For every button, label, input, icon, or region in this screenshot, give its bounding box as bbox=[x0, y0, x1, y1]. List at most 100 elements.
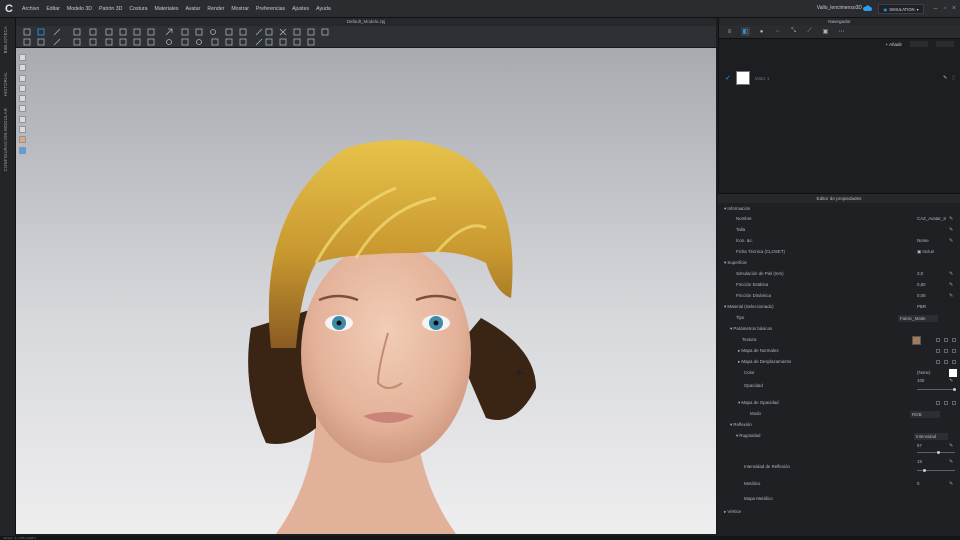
menu-modelo-3d[interactable]: Modelo 3D bbox=[67, 6, 92, 12]
trash-icon[interactable]: ▯ bbox=[952, 75, 955, 81]
window-controls: – ▫ × bbox=[934, 4, 956, 13]
workspace-selector[interactable]: ▣ SIMULATION ▾ bbox=[878, 4, 924, 14]
normal-option-3-icon[interactable] bbox=[952, 349, 956, 353]
add-button[interactable]: + Añadir bbox=[885, 42, 902, 47]
menu-editar[interactable]: Editar bbox=[46, 6, 60, 12]
mode-dropdown[interactable]: RGB bbox=[910, 410, 940, 418]
menu-avatar[interactable]: Avatar bbox=[185, 6, 200, 12]
menu-patron-3d[interactable]: Patrón 3D bbox=[99, 6, 122, 12]
reflection-row[interactable]: ▾ Reflexión bbox=[718, 420, 960, 430]
delete-button[interactable] bbox=[936, 41, 954, 47]
displacement-option-2-icon[interactable] bbox=[944, 360, 948, 364]
second-row-tool-11-icon bbox=[181, 38, 189, 46]
opacity-label: Opacidad bbox=[744, 383, 763, 388]
menu-ajustes[interactable]: Ajustes bbox=[292, 6, 309, 12]
texture-option-2-icon[interactable] bbox=[944, 338, 948, 342]
list-view-icon[interactable]: ≡ bbox=[725, 27, 734, 36]
icon-value[interactable]: Nome bbox=[917, 236, 929, 246]
edit-static-icon[interactable]: ✎ bbox=[949, 280, 953, 290]
edit-opacity-icon[interactable]: ✎ bbox=[949, 376, 953, 386]
skin-value[interactable]: 3,0 bbox=[917, 269, 923, 279]
roughness-row[interactable]: ▾ Rugosidad Intensidad bbox=[718, 431, 960, 441]
tab-biblioteca[interactable]: BIBLIOTECA bbox=[3, 26, 8, 53]
roughness-value[interactable]: 57 bbox=[917, 441, 922, 451]
eyedropper-icon[interactable]: ✎ bbox=[943, 75, 947, 81]
reflection-slider[interactable] bbox=[917, 469, 955, 472]
basic-params-row[interactable]: ▾ Parámetros básicos bbox=[718, 324, 960, 334]
menu-render[interactable]: Render bbox=[207, 6, 224, 12]
normal-option-1-icon[interactable] bbox=[936, 349, 940, 353]
edit-icon-icon[interactable]: ✎ bbox=[949, 236, 953, 246]
opacity-map-option-3-icon[interactable] bbox=[952, 401, 956, 405]
roughness-slider-knob[interactable] bbox=[937, 451, 940, 454]
graphic-tab-icon[interactable]: ▣ bbox=[821, 27, 830, 36]
close-icon[interactable]: × bbox=[952, 4, 956, 13]
garment-tab-icon[interactable]: ◧ bbox=[741, 27, 750, 36]
info-section[interactable]: ▾ Información bbox=[718, 204, 960, 214]
dynamic-friction-row: Fricción Dinámica 0,05 ✎ bbox=[718, 291, 960, 301]
static-friction-value[interactable]: 0,80 bbox=[917, 280, 926, 290]
static-friction-label: Fricción Estática bbox=[736, 282, 769, 287]
name-row: Nombre CAZ_Avatar_S ✎ bbox=[718, 214, 960, 224]
material-list-item[interactable]: ✓ Matiz 1 ✎ ▯ bbox=[725, 70, 955, 86]
seam-tab-icon[interactable]: ┈ bbox=[773, 27, 782, 36]
surface-section[interactable]: ▾ Superficie bbox=[718, 258, 960, 268]
texture-option-1-icon[interactable] bbox=[936, 338, 940, 342]
menu-archivo[interactable]: Archivo bbox=[22, 6, 39, 12]
second-row-tool-13-icon bbox=[211, 38, 219, 46]
displacement-option-1-icon[interactable] bbox=[936, 360, 940, 364]
tab-configuracion-modular[interactable]: CONFIGURACIÓN MODULAR bbox=[3, 108, 8, 171]
minimize-icon[interactable]: – bbox=[934, 4, 938, 13]
tab-historial[interactable]: HISTORIAL bbox=[3, 72, 8, 96]
texture-thumbnail[interactable] bbox=[912, 336, 921, 345]
opacity-value[interactable]: 100 bbox=[917, 376, 924, 386]
dynamic-friction-value[interactable]: 0,05 bbox=[917, 291, 926, 301]
menu-materiales[interactable]: Materiales bbox=[155, 6, 179, 12]
second-row-tool-14-icon bbox=[225, 38, 233, 46]
edit-skin-icon[interactable]: ✎ bbox=[949, 269, 953, 279]
edit-name-icon[interactable]: ✎ bbox=[949, 214, 953, 224]
app-logo[interactable]: C bbox=[0, 0, 18, 18]
opacity-map-option-1-icon[interactable] bbox=[936, 401, 940, 405]
opacity-slider-knob[interactable] bbox=[953, 388, 956, 391]
maximize-icon[interactable]: ▫ bbox=[943, 4, 945, 13]
fabric-tab-icon[interactable]: ● bbox=[757, 27, 766, 36]
reflection-slider-knob[interactable] bbox=[923, 469, 926, 472]
cloud-icon[interactable] bbox=[863, 5, 872, 12]
opacity-slider[interactable] bbox=[917, 388, 956, 391]
user-name[interactable]: Vallo_lencimenso3D bbox=[817, 5, 862, 11]
stitch-tab-icon[interactable]: ⤡ bbox=[789, 27, 798, 36]
menu-ayuda[interactable]: Ayuda bbox=[316, 6, 331, 12]
menu-preferencias[interactable]: Preferencias bbox=[256, 6, 285, 12]
edit-roughness-icon[interactable]: ✎ bbox=[949, 441, 953, 451]
name-value[interactable]: CAZ_Avatar_S bbox=[917, 214, 946, 224]
opacity-map-row[interactable]: ▾ Mapa de Opacidad bbox=[718, 398, 960, 408]
vertex-section[interactable]: ▸ Vértice bbox=[718, 507, 960, 517]
copy-button[interactable] bbox=[910, 41, 928, 47]
metal-value[interactable]: 0 bbox=[917, 479, 919, 489]
roughness-slider[interactable] bbox=[917, 451, 955, 454]
button-tool-icon bbox=[265, 28, 273, 36]
measure-tab-icon[interactable]: ⟋ bbox=[805, 27, 814, 36]
edit-reflection-icon[interactable]: ✎ bbox=[949, 457, 953, 467]
pin-tool-icon bbox=[119, 28, 127, 36]
normal-map-row[interactable]: ▸ Mapa de Normales bbox=[718, 346, 960, 356]
normal-option-2-icon[interactable] bbox=[944, 349, 948, 353]
edit-dynamic-icon[interactable]: ✎ bbox=[949, 291, 953, 301]
ficha-checkbox[interactable]: ▣ Incluir bbox=[917, 247, 934, 257]
material-section[interactable]: ▾ Material (Seleccionado) PBR bbox=[718, 302, 960, 312]
roughness-dropdown[interactable]: Intensidad bbox=[914, 432, 948, 440]
menu-costura[interactable]: Costura bbox=[129, 6, 147, 12]
edit-metal-icon[interactable]: ✎ bbox=[949, 479, 953, 489]
3d-viewport[interactable] bbox=[16, 48, 716, 534]
opacity-map-option-2-icon[interactable] bbox=[944, 401, 948, 405]
more-tab-icon[interactable]: ⋯ bbox=[837, 27, 846, 36]
texture-option-3-icon[interactable] bbox=[952, 338, 956, 342]
edit-size-icon[interactable]: ✎ bbox=[949, 225, 953, 235]
displacement-map-row[interactable]: ▸ Mapa de Desplazamiento bbox=[718, 357, 960, 367]
type-dropdown[interactable]: Fabric_Matte bbox=[898, 314, 938, 322]
displacement-option-3-icon[interactable] bbox=[952, 360, 956, 364]
reflection-intensity-value[interactable]: 15 bbox=[917, 457, 922, 467]
viewport-toolbar bbox=[16, 26, 716, 48]
menu-mostrar[interactable]: Mostrar bbox=[231, 6, 249, 12]
